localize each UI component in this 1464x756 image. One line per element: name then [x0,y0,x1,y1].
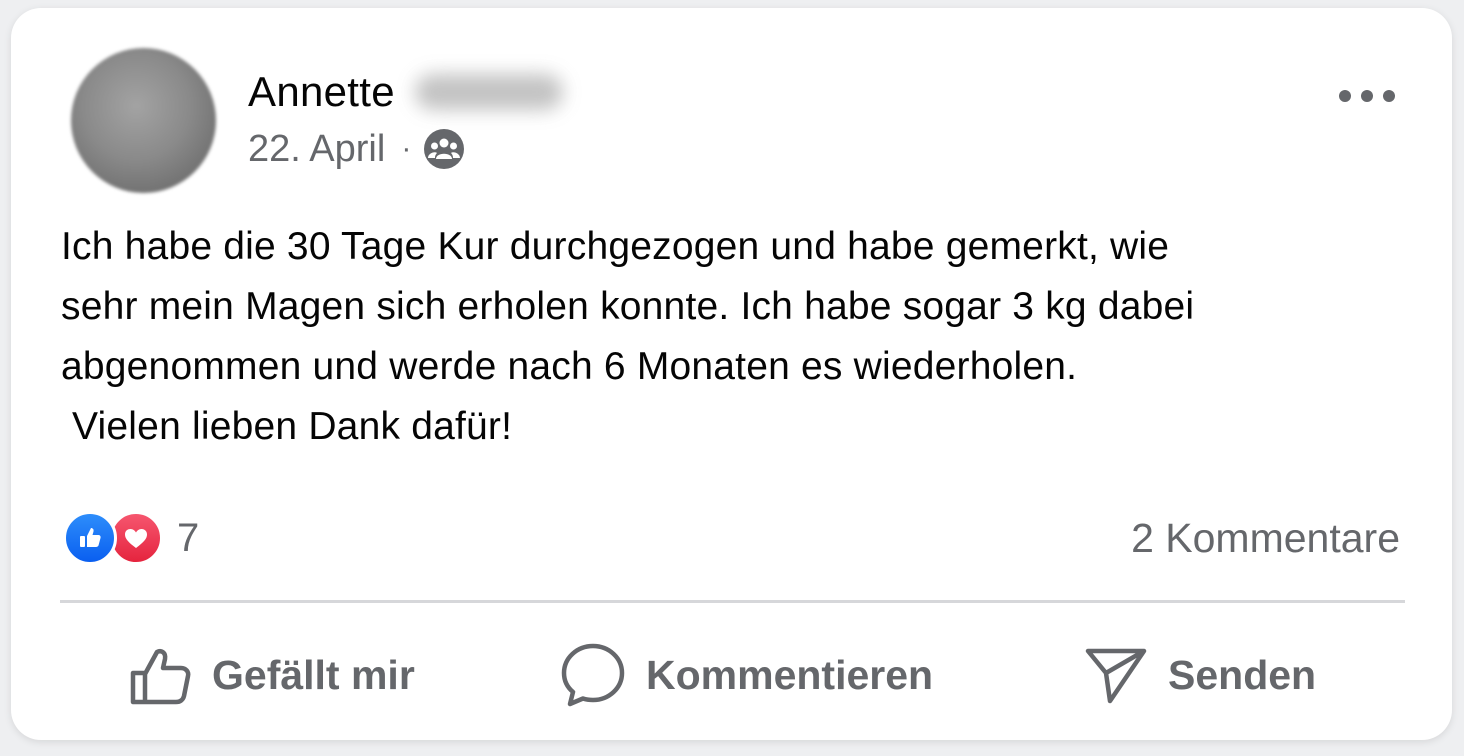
like-reaction-icon [63,511,117,565]
comment-bubble-icon [561,643,625,707]
more-dot-icon [1339,90,1351,102]
reaction-count: 7 [177,515,200,560]
more-dot-icon [1383,90,1395,102]
more-dot-icon [1361,90,1373,102]
send-button-label: Senden [1168,651,1317,698]
author-row: Annette [248,66,563,118]
comments-count-link[interactable]: 2 Kommentare [1131,510,1400,566]
post-text: Ich habe die 30 Tage Kur durchgezogen un… [61,225,1195,448]
divider [60,600,1405,603]
thumbs-up-icon [130,649,191,705]
post-meta: 22. April · [248,126,465,172]
like-button-label: Gefällt mir [212,651,415,698]
more-options-button[interactable] [1339,80,1395,112]
send-button[interactable]: Senden [1084,640,1316,710]
comment-button-label: Kommentieren [646,651,934,698]
author-surname-redacted [414,74,563,110]
reactions-summary[interactable]: 7 [63,510,199,566]
meta-separator: · [401,132,412,165]
author-name[interactable]: Annette [248,68,395,116]
post-date[interactable]: 22. April [248,128,385,171]
group-icon[interactable] [423,128,465,170]
comment-button[interactable]: Kommentieren [560,640,933,710]
love-reaction-icon [109,511,163,565]
avatar[interactable] [71,48,216,193]
send-icon [1085,648,1147,704]
like-button[interactable]: Gefällt mir [130,640,415,710]
